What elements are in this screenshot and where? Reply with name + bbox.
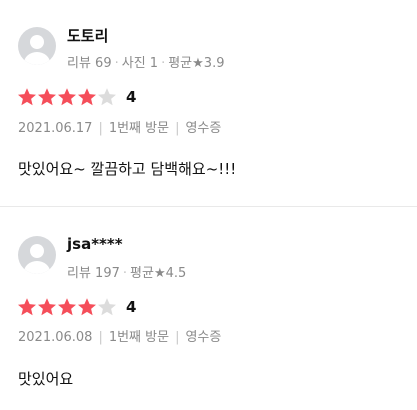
- review-item: jsa**** 리뷰 197 · 평균★4.5 4 2021.06.08 | 1번째 방…: [0, 207, 417, 410]
- reviewer-stats: 리뷰 197 · 평균★4.5: [67, 266, 187, 281]
- review-count: 리뷰 69: [67, 56, 112, 71]
- average-value: 4.5: [165, 266, 187, 281]
- star-filled-icon: [78, 298, 96, 316]
- star-icon: ★: [192, 56, 204, 71]
- star-filled-icon: [58, 88, 76, 106]
- star-filled-icon: [38, 88, 56, 106]
- default-profile-icon[interactable]: [18, 27, 56, 65]
- average-label: 평균: [168, 56, 193, 71]
- visit-count: 1번째 방문: [108, 330, 170, 345]
- default-profile-icon[interactable]: [18, 236, 56, 274]
- receipt-badge: 영수증: [185, 121, 222, 136]
- rating-stars: 4: [17, 87, 136, 107]
- visit-info: 2021.06.17 | 1번째 방문 | 영수증: [18, 121, 222, 136]
- review-item: 도토리 리뷰 69 · 사진 1 · 평균★3.9 4 2021.06.17 | 1번째 방…: [0, 0, 417, 206]
- review-text[interactable]: 맛있어요: [18, 368, 73, 389]
- star-filled-icon: [58, 298, 76, 316]
- average-label: 평균: [130, 266, 154, 281]
- star-filled-icon: [18, 298, 36, 316]
- review-count: 리뷰 197: [67, 266, 120, 281]
- reviewer-nickname[interactable]: jsa****: [67, 235, 123, 253]
- visit-date: 2021.06.17: [18, 121, 93, 136]
- reviewer-nickname[interactable]: 도토리: [67, 25, 108, 46]
- review-text[interactable]: 맛있어요~ 깔끔하고 담백해요~!!!: [18, 158, 236, 179]
- visit-count: 1번째 방문: [108, 121, 170, 136]
- star-filled-icon: [18, 88, 36, 106]
- average-value: 3.9: [203, 56, 225, 71]
- visit-date: 2021.06.08: [18, 330, 93, 345]
- star-empty-icon: [98, 298, 116, 316]
- photo-count: 사진 1: [121, 56, 159, 71]
- reviewer-stats: 리뷰 69 · 사진 1 · 평균★3.9: [67, 56, 225, 71]
- star-icon: ★: [153, 266, 166, 281]
- receipt-badge: 영수증: [185, 330, 222, 345]
- rating-stars: 4: [17, 297, 136, 317]
- rating-score: 4: [126, 88, 137, 106]
- star-filled-icon: [38, 298, 56, 316]
- star-empty-icon: [98, 88, 116, 106]
- star-filled-icon: [78, 88, 96, 106]
- visit-info: 2021.06.08 | 1번째 방문 | 영수증: [18, 330, 222, 345]
- rating-score: 4: [126, 298, 137, 316]
